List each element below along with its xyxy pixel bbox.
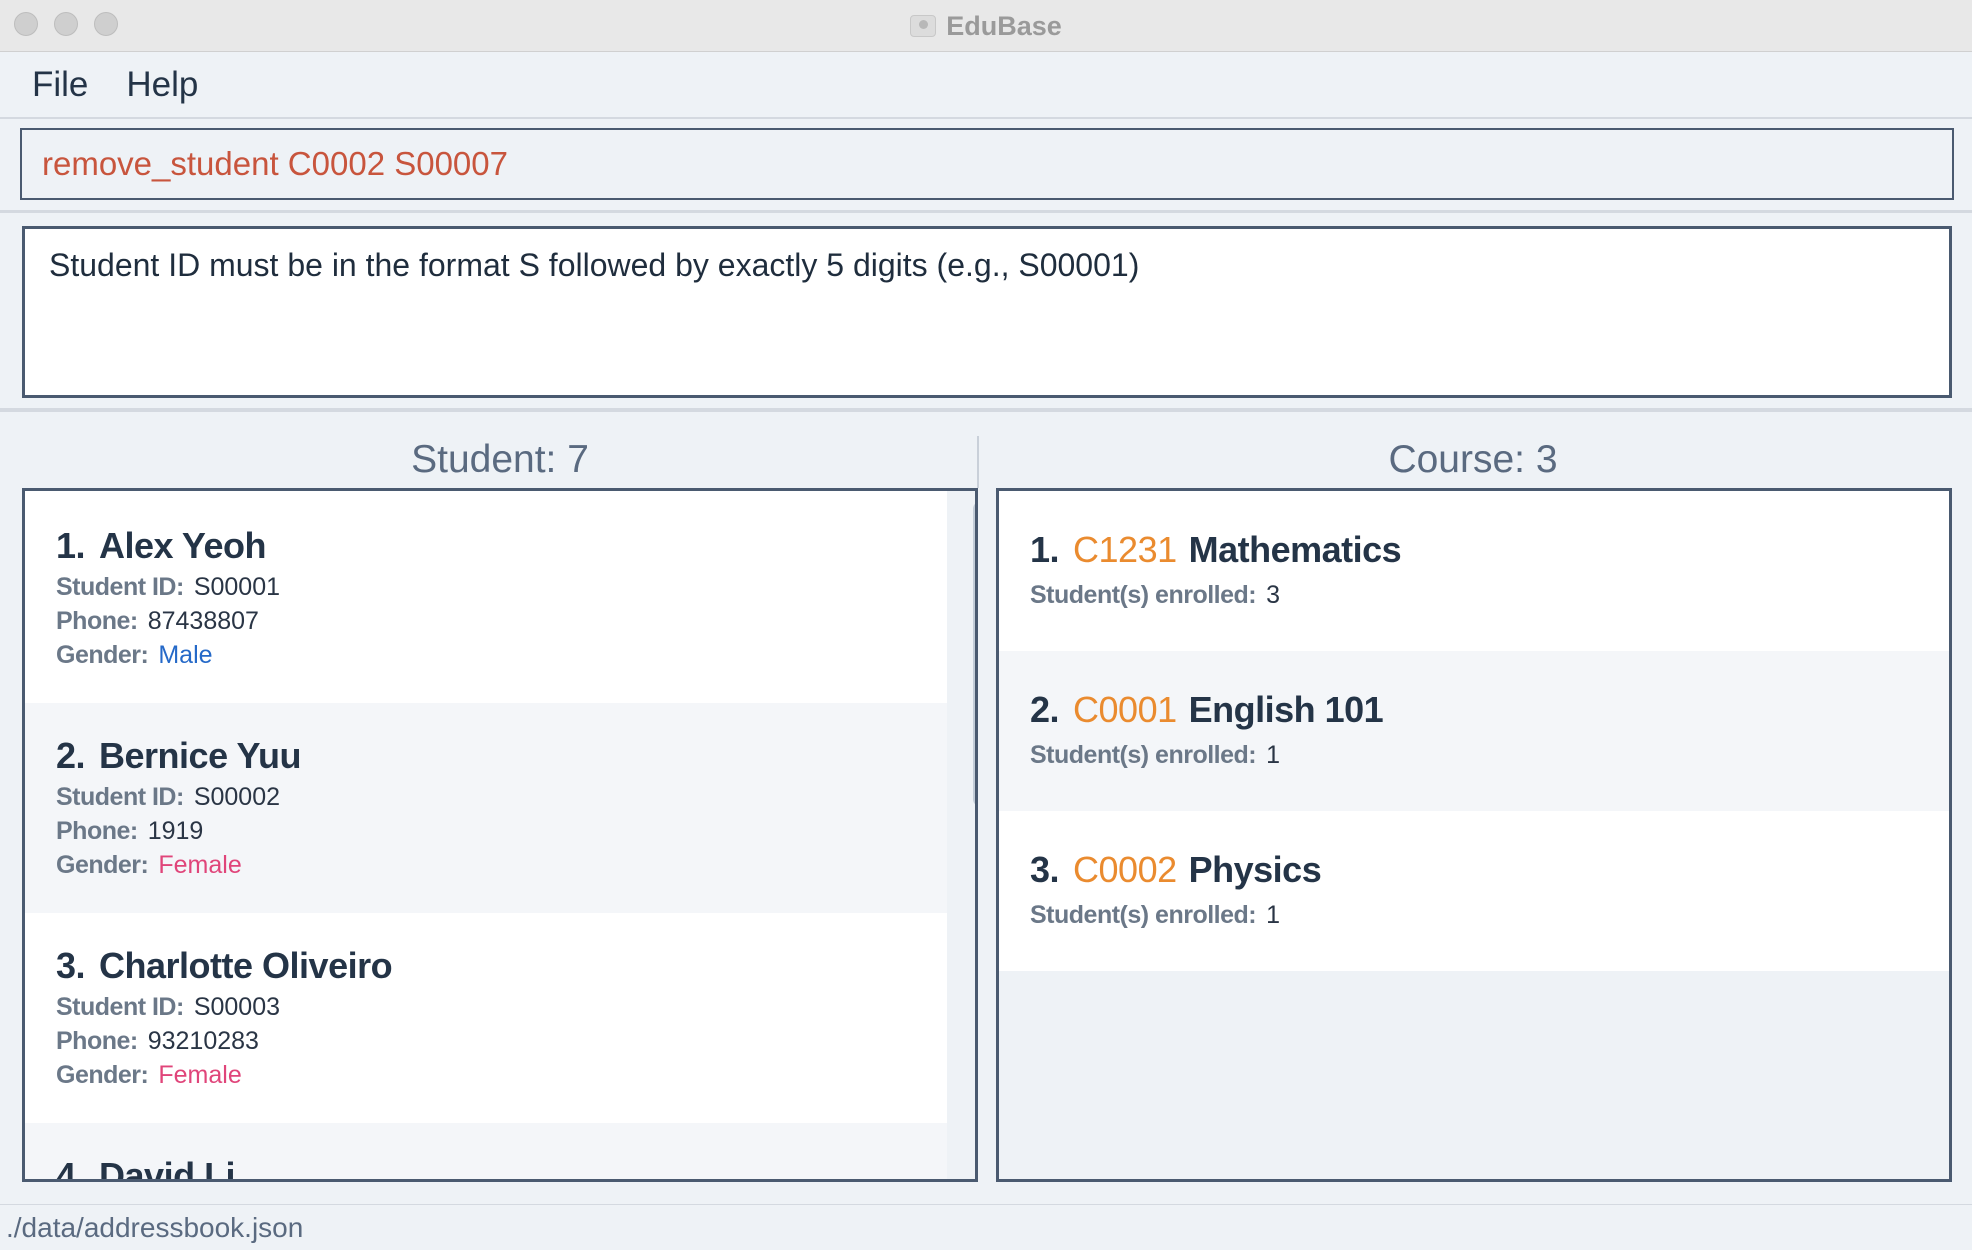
menu-help[interactable]: Help bbox=[126, 65, 198, 105]
enrolled-label: Student(s) enrolled: bbox=[1030, 901, 1257, 929]
student-name: Alex Yeoh bbox=[99, 525, 266, 566]
student-index: 3. bbox=[56, 945, 86, 986]
phone-row: Phone: 93210283 bbox=[56, 1027, 259, 1056]
student-id-value: S00001 bbox=[193, 573, 281, 601]
command-input[interactable]: remove_student C0002 S00007 bbox=[20, 128, 1954, 200]
course-code: C0002 bbox=[1073, 849, 1177, 890]
student-card[interactable]: 1. Alex Yeoh Student ID: S00001 Phone: 8743… bbox=[25, 491, 947, 703]
app-window: EduBase File Help remove_student C0002 S… bbox=[0, 0, 1972, 1250]
student-list-title: Student: 7 bbox=[411, 438, 589, 481]
student-index: 1. bbox=[56, 525, 86, 566]
enrolled-label: Student(s) enrolled: bbox=[1030, 741, 1257, 769]
enrolled-row: Student(s) enrolled: 1 bbox=[1030, 901, 1280, 930]
course-code: C1231 bbox=[1073, 529, 1177, 570]
student-id-row: Student ID: S00003 bbox=[56, 993, 280, 1022]
phone-value: 87438807 bbox=[147, 607, 259, 635]
student-id-row: Student ID: S00001 bbox=[56, 573, 280, 602]
student-name: Charlotte Oliveiro bbox=[99, 945, 393, 986]
gender-row: Gender: Female bbox=[56, 1061, 242, 1090]
student-id-label: Student ID: bbox=[56, 573, 184, 601]
course-title-line: 2. C0001 English 101 bbox=[1030, 689, 1384, 731]
phone-label: Phone: bbox=[56, 817, 138, 845]
course-title-line: 3. C0002 Physics bbox=[1030, 849, 1322, 891]
student-name-line: 2. Bernice Yuu bbox=[56, 735, 301, 777]
course-card[interactable]: 3. C0002 Physics Student(s) enrolled: 1 bbox=[999, 811, 1949, 971]
student-name-line: 3. Charlotte Oliveiro bbox=[56, 945, 393, 987]
student-id-value: S00003 bbox=[193, 993, 281, 1021]
course-code: C0001 bbox=[1073, 689, 1177, 730]
gender-label: Gender: bbox=[56, 641, 149, 669]
gender-label: Gender: bbox=[56, 1061, 149, 1089]
student-card[interactable]: 2. Bernice Yuu Student ID: S00002 Phone: 19… bbox=[25, 703, 947, 913]
gender-row: Gender: Male bbox=[56, 641, 213, 670]
course-list[interactable]: 1. C1231 Mathematics Student(s) enrolled: 3… bbox=[996, 488, 1952, 1182]
title-bar: EduBase bbox=[0, 0, 1972, 52]
status-bar: ./data/addressbook.json bbox=[0, 1204, 1972, 1250]
gender-value: Female bbox=[158, 1061, 242, 1089]
window-title: EduBase bbox=[946, 10, 1062, 41]
phone-value: 93210283 bbox=[147, 1027, 259, 1055]
course-name: Mathematics bbox=[1188, 529, 1402, 570]
gender-value: Female bbox=[158, 851, 242, 879]
app-icon bbox=[910, 15, 937, 37]
enrolled-value: 3 bbox=[1266, 581, 1281, 609]
data-file-path: ./data/addressbook.json bbox=[6, 1211, 304, 1243]
gender-row: Gender: Female bbox=[56, 851, 242, 880]
student-id-label: Student ID: bbox=[56, 993, 184, 1021]
student-name-line: 4. David Li bbox=[56, 1155, 236, 1182]
command-input-text[interactable]: remove_student C0002 S00007 bbox=[42, 145, 508, 183]
course-list-title: Course: 3 bbox=[1388, 438, 1558, 481]
student-index: 2. bbox=[56, 735, 86, 776]
phone-row: Phone: 1919 bbox=[56, 817, 203, 846]
student-index: 4. bbox=[56, 1155, 86, 1182]
divider bbox=[0, 408, 1972, 412]
student-id-value: S00002 bbox=[193, 783, 281, 811]
phone-row: Phone: 87438807 bbox=[56, 607, 259, 636]
course-name: English 101 bbox=[1188, 689, 1384, 730]
student-name: Bernice Yuu bbox=[99, 735, 301, 776]
course-name: Physics bbox=[1188, 849, 1322, 890]
student-list-scrollbar[interactable] bbox=[973, 501, 975, 807]
result-message: Student ID must be in the format S follo… bbox=[49, 247, 1140, 283]
enrolled-label: Student(s) enrolled: bbox=[1030, 581, 1257, 609]
menu-file[interactable]: File bbox=[32, 65, 88, 105]
gender-value: Male bbox=[158, 641, 213, 669]
course-index: 2. bbox=[1030, 689, 1060, 730]
student-name: David Li bbox=[99, 1155, 236, 1182]
enrolled-value: 1 bbox=[1266, 741, 1281, 769]
student-list[interactable]: 1. Alex Yeoh Student ID: S00001 Phone: 8743… bbox=[22, 488, 978, 1182]
student-card[interactable]: 4. David Li bbox=[25, 1123, 947, 1182]
phone-label: Phone: bbox=[56, 607, 138, 635]
phone-label: Phone: bbox=[56, 1027, 138, 1055]
gender-label: Gender: bbox=[56, 851, 149, 879]
course-card[interactable]: 2. C0001 English 101 Student(s) enrolled: 1 bbox=[999, 651, 1949, 811]
student-card[interactable]: 3. Charlotte Oliveiro Student ID: S00003 P… bbox=[25, 913, 947, 1123]
student-id-label: Student ID: bbox=[56, 783, 184, 811]
course-card[interactable]: 1. C1231 Mathematics Student(s) enrolled: 3 bbox=[999, 491, 1949, 651]
course-index: 3. bbox=[1030, 849, 1060, 890]
window-title-wrap: EduBase bbox=[0, 0, 1972, 52]
enrolled-row: Student(s) enrolled: 1 bbox=[1030, 741, 1280, 770]
course-index: 1. bbox=[1030, 529, 1060, 570]
result-display[interactable]: Student ID must be in the format S follo… bbox=[22, 226, 1952, 398]
menu-bar: File Help bbox=[0, 53, 1972, 119]
enrolled-value: 1 bbox=[1266, 901, 1281, 929]
divider bbox=[0, 210, 1972, 213]
student-id-row: Student ID: S00002 bbox=[56, 783, 280, 812]
phone-value: 1919 bbox=[147, 817, 204, 845]
enrolled-row: Student(s) enrolled: 3 bbox=[1030, 581, 1280, 610]
student-name-line: 1. Alex Yeoh bbox=[56, 525, 266, 567]
panel-divider bbox=[977, 436, 979, 488]
course-title-line: 1. C1231 Mathematics bbox=[1030, 529, 1402, 571]
